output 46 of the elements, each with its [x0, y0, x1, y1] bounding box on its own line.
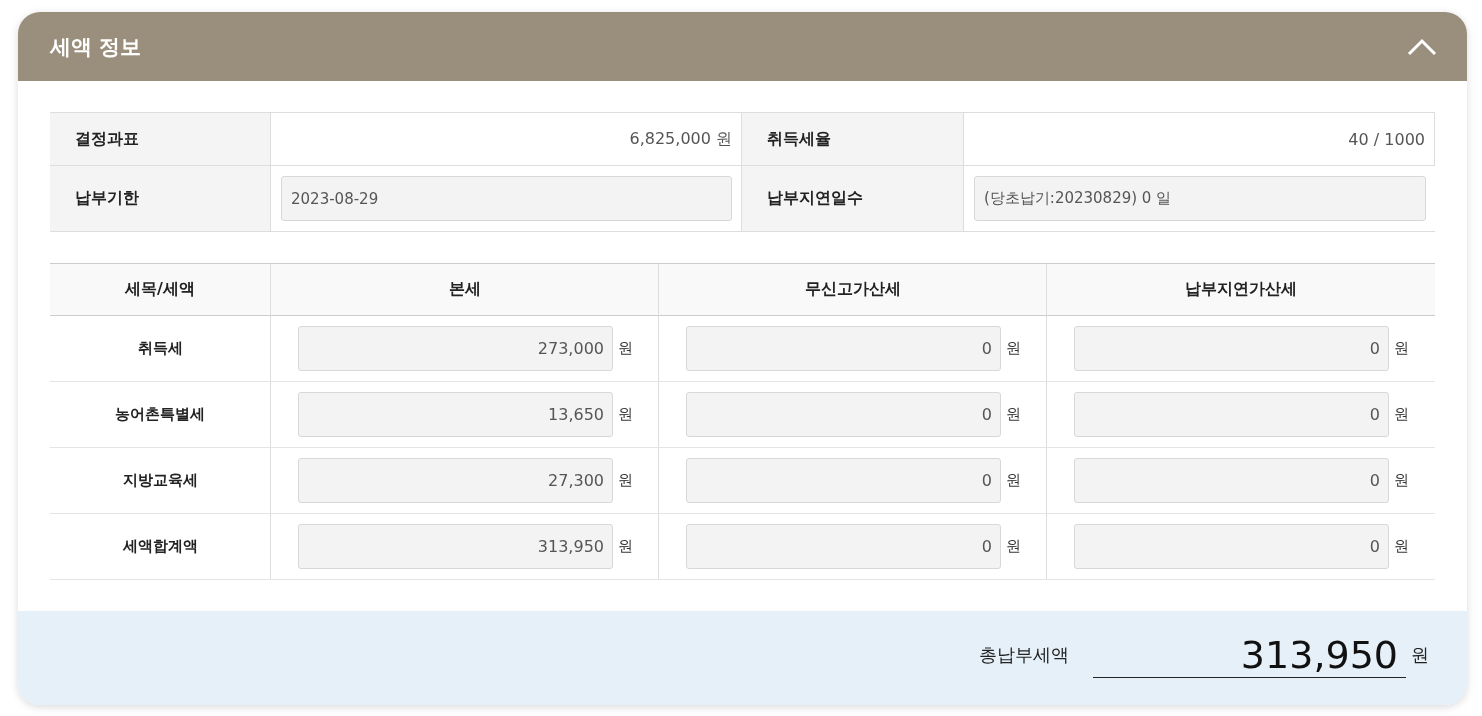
amount-field[interactable]: 0: [686, 392, 1001, 437]
info-label: 납부기한: [50, 166, 271, 232]
amount-field[interactable]: 0: [1074, 524, 1389, 569]
column-header: 세목/세액: [50, 264, 271, 316]
info-label: 결정과표: [50, 113, 271, 166]
info-value: 6,825,000 원: [629, 128, 732, 150]
info-label: 취득세율: [742, 113, 964, 166]
unit-label: 원: [1394, 339, 1409, 358]
amount-field[interactable]: 13,650: [298, 392, 613, 437]
unit-label: 원: [1006, 339, 1021, 358]
column-header: 무신고가산세: [659, 264, 1047, 316]
tax-name: 지방교육세: [50, 448, 271, 514]
panel-title: 세액 정보: [50, 33, 142, 61]
column-header: 납부지연가산세: [1047, 264, 1435, 316]
unit-label: 원: [618, 471, 633, 490]
info-field[interactable]: 2023-08-29: [281, 176, 732, 221]
unit-label: 원: [618, 405, 633, 424]
tax-name: 세액합계액: [50, 514, 271, 580]
tax-name: 취득세: [50, 316, 271, 382]
unit-label: 원: [618, 339, 633, 358]
info-field[interactable]: (당초납기:20230829) 0 일: [974, 176, 1426, 221]
amount-field[interactable]: 0: [686, 458, 1001, 503]
total-field[interactable]: 313,950: [1093, 632, 1406, 678]
unit-label: 원: [1394, 405, 1409, 424]
unit-label: 원: [1006, 537, 1021, 556]
info-value: 40 / 1000: [1348, 129, 1425, 149]
unit-label: 원: [1006, 471, 1021, 490]
tax-name: 농어촌특별세: [50, 382, 271, 448]
collapse-toggle[interactable]: [1407, 37, 1437, 56]
unit-label: 원: [1006, 405, 1021, 424]
unit-label: 원: [1394, 537, 1409, 556]
amount-field[interactable]: 0: [686, 524, 1001, 569]
chevron-icon: [1407, 37, 1437, 56]
amount-field[interactable]: 27,300: [298, 458, 613, 503]
amount-field[interactable]: 313,950: [298, 524, 613, 569]
unit-label: 원: [618, 537, 633, 556]
column-header: 본세: [271, 264, 659, 316]
amount-field[interactable]: 0: [1074, 458, 1389, 503]
amount-field[interactable]: 0: [1074, 326, 1389, 371]
total-label: 총납부세액: [979, 643, 1069, 667]
info-label: 납부지연일수: [742, 166, 964, 232]
amount-field[interactable]: 0: [686, 326, 1001, 371]
amount-field[interactable]: 273,000: [298, 326, 613, 371]
unit-label: 원: [1411, 643, 1429, 667]
unit-label: 원: [1394, 471, 1409, 490]
amount-field[interactable]: 0: [1074, 392, 1389, 437]
